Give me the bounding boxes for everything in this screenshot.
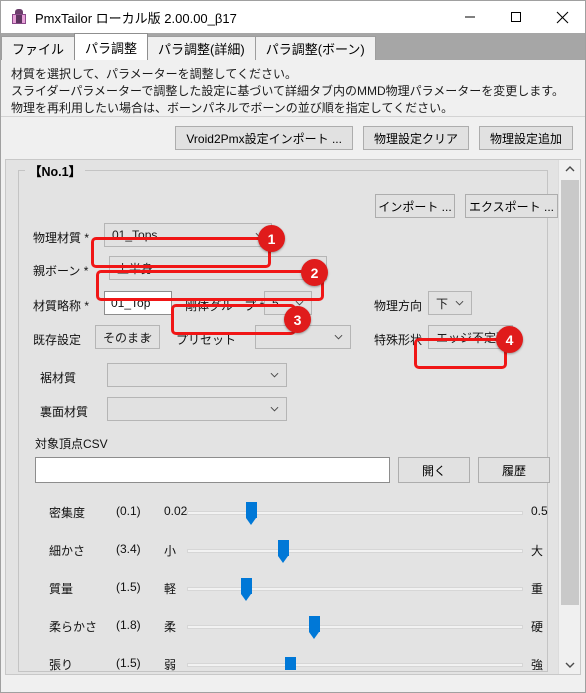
slider-min-mass: 軽 <box>164 582 177 596</box>
vertex-csv-input[interactable] <box>35 457 390 483</box>
chevron-down-icon <box>270 406 279 412</box>
slider-thumb-softness[interactable] <box>309 616 320 639</box>
slider-track-fineness[interactable] <box>187 549 523 553</box>
vertical-scrollbar[interactable] <box>558 160 580 674</box>
minimize-icon[interactable] <box>447 1 493 33</box>
vertex-csv-label: 対象頂点CSV <box>35 437 108 451</box>
parent-bone-label: 親ボーン * <box>33 264 89 278</box>
back-material-combo[interactable] <box>107 397 287 421</box>
description-line-3: 物理を再利用したい場合は、ボーンパネルでボーンの並び順を指定してください。 <box>11 101 454 115</box>
slider-track-density[interactable] <box>187 511 523 515</box>
toolbar: Vroid2Pmx設定インポート ... 物理設定クリア 物理設定追加 <box>1 117 585 159</box>
hem-material-combo[interactable] <box>107 363 287 387</box>
app-figure-icon <box>11 9 27 25</box>
slider-range-density: (0.1) <box>116 504 141 518</box>
slider-track-softness[interactable] <box>187 625 523 629</box>
material-combo[interactable]: 01_Tops <box>104 223 272 247</box>
slider-max-tension: 強 <box>531 658 544 672</box>
slider-row-fineness: 細かさ (3.4) 小 大 <box>19 530 547 570</box>
slider-thumb-fineness[interactable] <box>278 540 289 563</box>
description-area: 材質を選択して、パラメーターを調整してください。 スライダーパラメーターで調整し… <box>1 60 585 117</box>
material-abbr-value: 01_Top <box>111 296 151 310</box>
material-abbr-input[interactable]: 01_Top <box>104 291 172 315</box>
slider-max-softness: 硬 <box>531 620 544 634</box>
physics-direction-value: 下 <box>436 296 449 311</box>
back-material-label: 裏面材質 <box>40 405 89 419</box>
slider-thumb-density[interactable] <box>246 502 257 525</box>
chevron-down-icon <box>455 300 464 306</box>
rigid-group-label: 剛体グループ * <box>185 299 265 313</box>
slider-row-density: 密集度 (0.1) 0.02 0.5 <box>19 492 548 532</box>
slider-track-mass[interactable] <box>187 587 523 591</box>
tab-strip: ファイル パラ調整 パラ調整(詳細) パラ調整(ボーン) <box>1 33 585 60</box>
vertex-csv-history-button[interactable]: 履歴 <box>478 457 550 483</box>
title-bar: PmxTailor ローカル版 2.00.00_β17 <box>1 1 585 33</box>
chevron-down-icon <box>334 334 343 340</box>
physics-direction-combo[interactable]: 下 <box>428 291 472 315</box>
slider-range-softness: (1.8) <box>116 618 141 632</box>
slider-label-mass: 質量 <box>49 582 74 596</box>
tab-para-bone[interactable]: パラ調整(ボーン) <box>254 36 376 60</box>
hem-material-label: 裾材質 <box>40 371 77 385</box>
slider-label-softness: 柔らかさ <box>49 620 98 634</box>
tab-para-adjust[interactable]: パラ調整 <box>74 33 149 60</box>
slider-max-mass: 重 <box>531 582 544 596</box>
parent-bone-combo-value: 上半身 <box>117 261 154 276</box>
settings-scroll-panel: 【No.1】 インポート ... エクスポート ... 物理材質 * 01_To… <box>5 159 581 675</box>
scrollbar-thumb[interactable] <box>561 180 579 605</box>
slider-row-mass: 質量 (1.5) 軽 重 <box>19 568 547 608</box>
material-combo-value: 01_Tops <box>112 228 158 242</box>
existing-setting-combo[interactable]: そのまま <box>95 325 160 349</box>
physics-add-button[interactable]: 物理設定追加 <box>478 126 573 150</box>
annotation-badge-3: 3 <box>284 306 311 333</box>
window-controls <box>447 1 585 33</box>
special-shape-label: 特殊形状 <box>374 333 423 347</box>
window-title: PmxTailor ローカル版 2.00.00_β17 <box>35 10 237 26</box>
chevron-down-icon <box>270 372 279 378</box>
slider-row-tension: 張り (1.5) 弱 強 <box>19 644 547 674</box>
annotation-badge-1: 1 <box>258 225 285 252</box>
annotation-badge-4: 4 <box>496 326 523 353</box>
slider-min-tension: 弱 <box>164 658 177 672</box>
vroid2pmx-import-button[interactable]: Vroid2Pmx設定インポート ... <box>175 126 353 150</box>
slider-thumb-mass[interactable] <box>241 578 252 601</box>
description-line-1: 材質を選択して、パラメーターを調整してください。 <box>11 67 297 81</box>
rigid-group-value: 5 <box>272 296 279 310</box>
scroll-down-icon[interactable] <box>559 656 580 674</box>
physics-direction-label: 物理方向 <box>374 299 423 313</box>
tab-file[interactable]: ファイル <box>1 36 76 60</box>
tab-para-detail[interactable]: パラ調整(詳細) <box>147 36 256 60</box>
slider-track-tension[interactable] <box>187 663 523 667</box>
chevron-down-icon <box>143 334 152 340</box>
group-title: 【No.1】 <box>25 161 86 180</box>
slider-max-density: 0.5 <box>531 504 548 518</box>
slider-range-mass: (1.5) <box>116 580 141 594</box>
slider-row-softness: 柔らかさ (1.8) 柔 硬 <box>19 606 547 646</box>
slider-label-density: 密集度 <box>49 506 86 520</box>
physics-clear-button[interactable]: 物理設定クリア <box>362 126 469 150</box>
slider-min-softness: 柔 <box>164 620 177 634</box>
maximize-icon[interactable] <box>493 1 539 33</box>
description-line-2: スライダーパラメーターで調整した設定に基づいて詳細タブ内のMMD物理パラメーター… <box>11 84 565 98</box>
export-button[interactable]: エクスポート ... <box>465 194 558 218</box>
parent-bone-combo[interactable]: 上半身 <box>109 256 327 280</box>
slider-min-density: 0.02 <box>164 504 188 518</box>
slider-label-fineness: 細かさ <box>49 544 86 558</box>
slider-range-fineness: (3.4) <box>116 542 141 556</box>
vertex-csv-open-button[interactable]: 開く <box>398 457 470 483</box>
annotation-badge-2: 2 <box>301 259 328 286</box>
existing-setting-label: 既存設定 <box>33 333 82 347</box>
import-button[interactable]: インポート ... <box>375 194 455 218</box>
material-abbr-label: 材質略称 * <box>33 299 90 313</box>
close-icon[interactable] <box>539 1 585 33</box>
slider-range-tension: (1.5) <box>116 656 141 670</box>
material-label: 物理材質 * <box>33 231 90 245</box>
slider-label-tension: 張り <box>49 658 74 672</box>
preset-label: プリセット <box>176 333 237 347</box>
scroll-up-icon[interactable] <box>559 160 580 178</box>
slider-thumb-tension[interactable] <box>285 657 296 670</box>
slider-min-fineness: 小 <box>164 544 177 558</box>
application-window: PmxTailor ローカル版 2.00.00_β17 ファイル パラ調整 パラ… <box>0 0 586 693</box>
slider-max-fineness: 大 <box>531 544 544 558</box>
